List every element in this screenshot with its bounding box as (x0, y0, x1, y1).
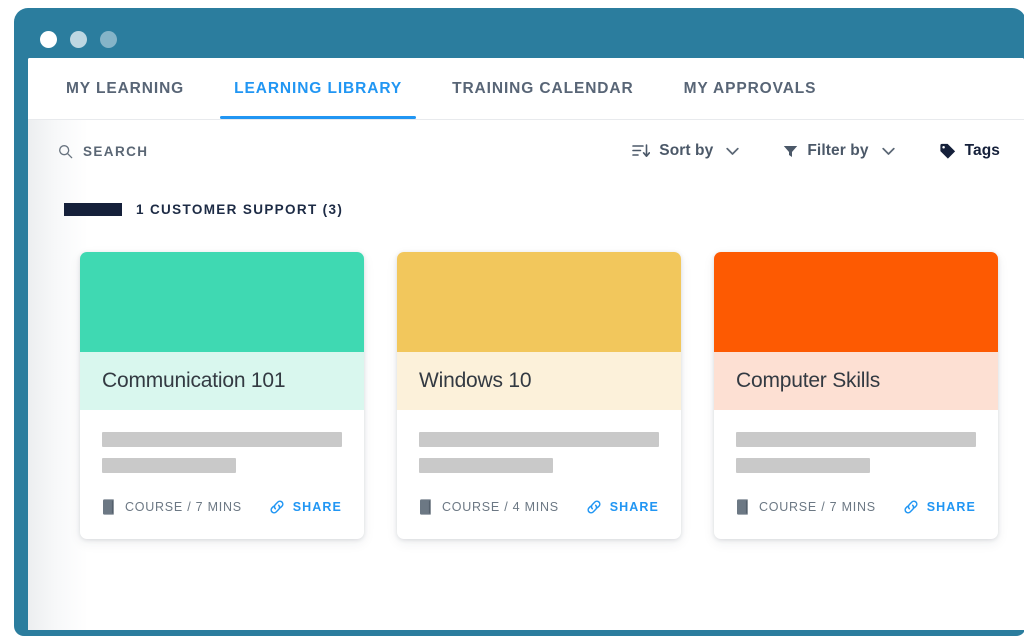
tab-label: TRAINING CALENDAR (452, 79, 634, 97)
search-label: SEARCH (83, 143, 149, 159)
card-meta: COURSE / 7 MINS (102, 499, 242, 515)
placeholder-bar (102, 432, 342, 447)
placeholder-bar (419, 458, 554, 473)
card-banner (80, 252, 364, 352)
link-icon (269, 499, 285, 515)
tab-label: MY LEARNING (66, 79, 185, 97)
share-button[interactable]: SHARE (269, 499, 342, 515)
link-icon (586, 499, 602, 515)
card-title: Communication 101 (102, 369, 286, 392)
window-titlebar (14, 8, 1024, 58)
link-icon (903, 499, 919, 515)
placeholder-bar (102, 458, 237, 473)
card-title-band: Windows 10 (397, 352, 681, 410)
course-card[interactable]: Computer Skills COURSE / 7 MINS SHARE (714, 252, 998, 539)
card-footer: COURSE / 7 MINS SHARE (714, 473, 998, 539)
tab-label: LEARNING LIBRARY (234, 79, 403, 97)
search-icon (58, 144, 73, 159)
card-meta-text: COURSE / 4 MINS (442, 500, 559, 514)
sort-icon (632, 143, 651, 159)
card-placeholder-body (80, 410, 364, 473)
book-icon (419, 499, 432, 515)
share-button[interactable]: SHARE (586, 499, 659, 515)
tab-label: MY APPROVALS (683, 79, 817, 97)
card-banner (397, 252, 681, 352)
card-placeholder-body (397, 410, 681, 473)
tags-button[interactable]: Tags (939, 142, 1000, 160)
category-label: 1 CUSTOMER SUPPORT (3) (136, 201, 344, 217)
maximize-dot[interactable] (100, 31, 117, 48)
chevron-down-icon (881, 147, 895, 156)
card-banner (714, 252, 998, 352)
tab-my-learning[interactable]: MY LEARNING (52, 58, 198, 119)
tab-my-approvals[interactable]: MY APPROVALS (670, 58, 831, 119)
card-placeholder-body (714, 410, 998, 473)
tab-training-calendar[interactable]: TRAINING CALENDAR (438, 58, 648, 119)
browser-window-frame: MY LEARNING LEARNING LIBRARY TRAINING CA… (14, 8, 1024, 636)
placeholder-bar (736, 432, 976, 447)
course-card-grid: Communication 101 COURSE / 7 MINS SHARE … (28, 226, 1024, 539)
share-label: SHARE (926, 500, 976, 514)
search-input[interactable]: SEARCH (58, 144, 148, 159)
card-meta: COURSE / 7 MINS (736, 499, 876, 515)
screenshot-root: MY LEARNING LEARNING LIBRARY TRAINING CA… (0, 0, 1024, 644)
placeholder-bar (736, 458, 871, 473)
card-title-band: Communication 101 (80, 352, 364, 410)
course-card[interactable]: Communication 101 COURSE / 7 MINS SHARE (80, 252, 364, 539)
card-meta-text: COURSE / 7 MINS (125, 500, 242, 514)
card-title: Computer Skills (736, 369, 881, 392)
card-meta: COURSE / 4 MINS (419, 499, 559, 515)
course-card[interactable]: Windows 10 COURSE / 4 MINS SHARE (397, 252, 681, 539)
placeholder-bar (419, 432, 659, 447)
minimize-dot[interactable] (70, 31, 87, 48)
card-meta-text: COURSE / 7 MINS (759, 500, 876, 514)
card-title: Windows 10 (419, 369, 532, 392)
card-footer: COURSE / 4 MINS SHARE (397, 473, 681, 539)
share-label: SHARE (292, 500, 342, 514)
book-icon (736, 499, 749, 515)
share-label: SHARE (609, 500, 659, 514)
tab-learning-library[interactable]: LEARNING LIBRARY (220, 58, 417, 119)
tags-label: Tags (964, 142, 1000, 159)
card-footer: COURSE / 7 MINS SHARE (80, 473, 364, 539)
filter-by-dropdown[interactable]: Filter by (783, 142, 895, 160)
app-content-surface: MY LEARNING LEARNING LIBRARY TRAINING CA… (28, 58, 1024, 630)
book-icon (102, 499, 115, 515)
library-toolbar: SEARCH Sort by Filter by Tags (28, 120, 1024, 182)
category-header: 1 CUSTOMER SUPPORT (3) (28, 182, 1024, 226)
close-dot[interactable] (40, 31, 57, 48)
chevron-down-icon (726, 147, 740, 156)
card-title-band: Computer Skills (714, 352, 998, 410)
sort-by-label: Sort by (659, 142, 714, 159)
tag-icon (939, 143, 956, 160)
filter-by-label: Filter by (807, 142, 869, 159)
sort-by-dropdown[interactable]: Sort by (632, 142, 740, 160)
main-tab-bar: MY LEARNING LEARNING LIBRARY TRAINING CA… (28, 58, 1024, 120)
filter-icon (783, 144, 798, 159)
category-color-swatch (64, 202, 122, 216)
share-button[interactable]: SHARE (903, 499, 976, 515)
